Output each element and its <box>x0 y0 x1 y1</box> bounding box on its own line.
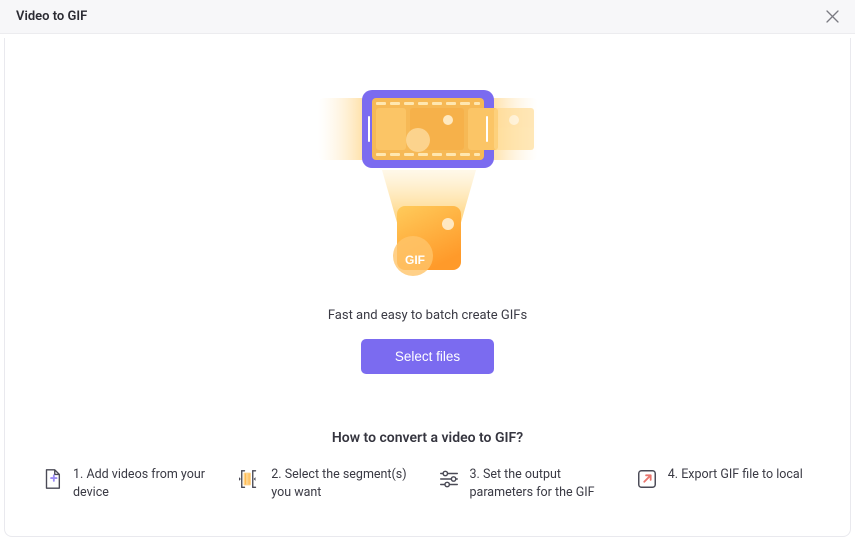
step-num: 3. <box>470 467 480 482</box>
window-title: Video to GIF <box>16 9 87 24</box>
add-file-icon <box>41 468 63 490</box>
svg-text:GIF: GIF <box>405 253 425 267</box>
step-num: 1. <box>73 467 83 482</box>
hero-illustration: GIF <box>318 86 538 296</box>
step-text: Export GIF file to local <box>681 467 803 482</box>
howto-section: How to convert a video to GIF? 1. Add vi… <box>5 430 850 502</box>
howto-title: How to convert a video to GIF? <box>41 430 814 446</box>
select-segment-icon <box>239 468 261 490</box>
step-num: 2. <box>271 467 281 482</box>
howto-step-1: 1. Add videos from your device <box>41 466 219 502</box>
hero-area: GIF Fast and easy to batch create GIFs S… <box>318 86 538 374</box>
step-num: 4. <box>668 467 678 482</box>
howto-step-2: 2. Select the segment(s) you want <box>239 466 417 502</box>
step-text: Set the output parameters for the GIF <box>470 467 595 500</box>
howto-step-3: 3. Set the output parameters for the GIF <box>438 466 616 502</box>
step-text: Select the segment(s) you want <box>271 467 406 500</box>
howto-steps: 1. Add videos from your device 2. Se <box>41 466 814 502</box>
close-icon <box>826 10 839 23</box>
window-body: GIF Fast and easy to batch create GIFs S… <box>4 38 851 537</box>
step-text: Add videos from your device <box>73 467 205 500</box>
howto-step-4: 4. Export GIF file to local <box>636 466 814 490</box>
settings-sliders-icon <box>438 468 460 490</box>
tagline-text: Fast and easy to batch create GIFs <box>328 308 527 323</box>
close-button[interactable] <box>821 6 843 28</box>
select-files-button[interactable]: Select files <box>361 339 494 374</box>
window-header: Video to GIF <box>0 0 855 34</box>
export-icon <box>636 468 658 490</box>
video-to-gif-window: Video to GIF <box>0 0 855 541</box>
